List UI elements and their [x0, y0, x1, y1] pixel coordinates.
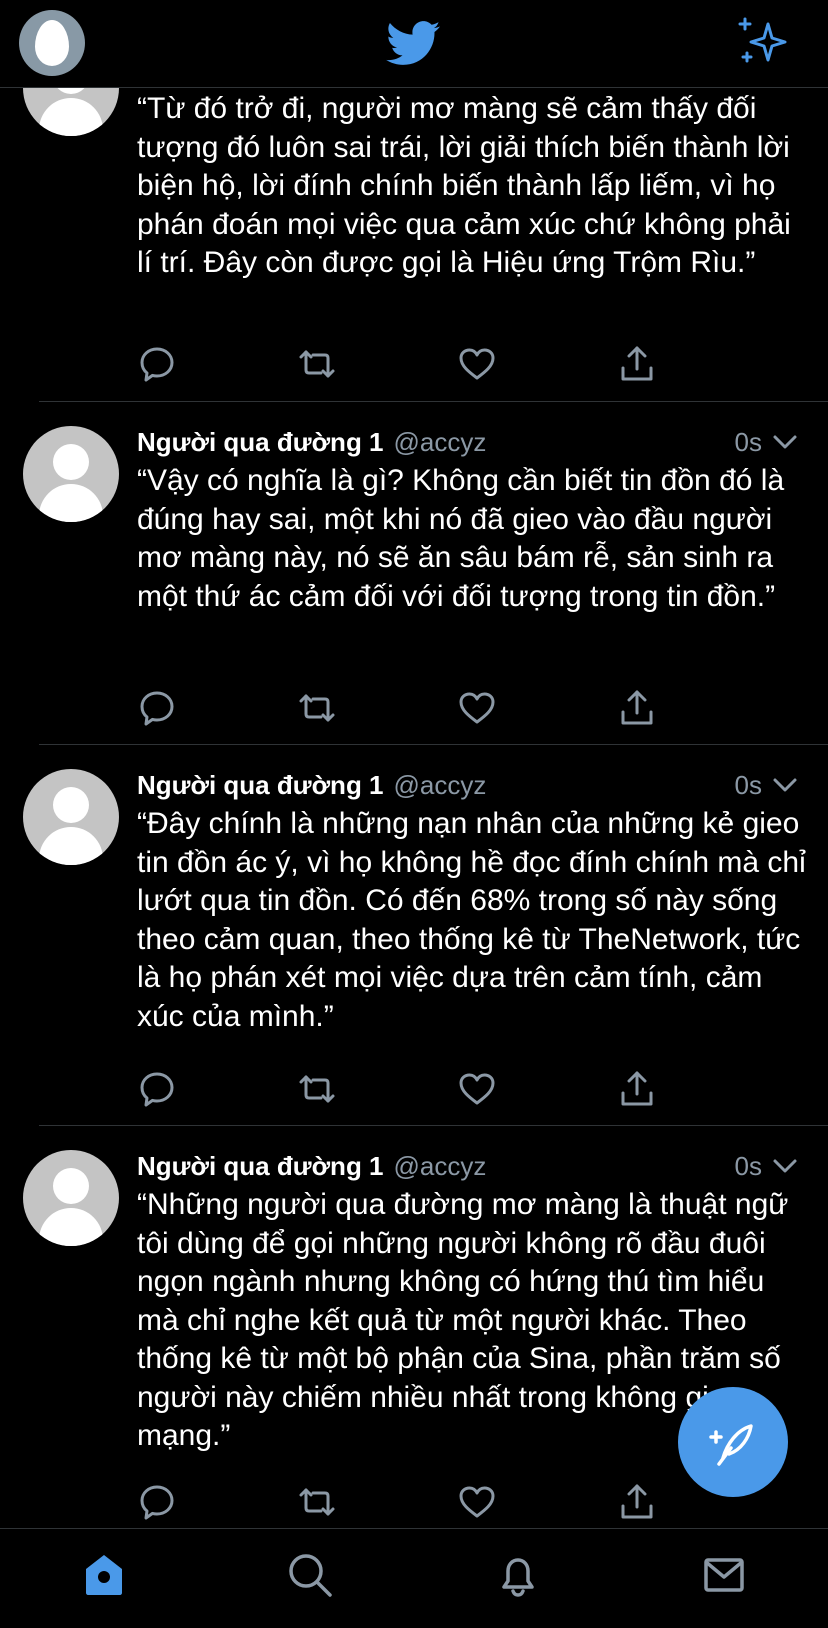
retweet-icon[interactable]	[297, 1069, 337, 1109]
retweet-icon[interactable]	[297, 1482, 337, 1522]
handle[interactable]: @accyz	[394, 1151, 487, 1182]
share-icon[interactable]	[617, 688, 657, 728]
handle[interactable]: @accyz	[394, 427, 487, 458]
search-icon[interactable]	[286, 1551, 334, 1599]
share-icon[interactable]	[617, 1482, 657, 1522]
avatar-head	[53, 787, 89, 823]
reply-icon[interactable]	[137, 688, 177, 728]
tweet-actions	[137, 344, 697, 386]
chevron-down-icon[interactable]	[772, 777, 798, 793]
like-icon[interactable]	[457, 1482, 497, 1522]
avatar-head	[53, 88, 89, 94]
timestamp: 0s	[734, 426, 762, 457]
tweet-text: “Đây chính là những nạn nhân của những k…	[137, 807, 806, 1033]
retweet-icon[interactable]	[297, 344, 337, 384]
retweet-icon[interactable]	[297, 688, 337, 728]
chevron-down-icon[interactable]	[772, 434, 798, 450]
avatar-body	[39, 827, 103, 865]
timestamp: 0s	[734, 769, 762, 800]
notifications-bell-icon[interactable]	[494, 1551, 542, 1599]
reply-icon[interactable]	[137, 1482, 177, 1522]
compose-feather-icon	[709, 1424, 753, 1466]
divider	[39, 1125, 828, 1126]
avatar[interactable]	[23, 1150, 119, 1246]
reply-icon[interactable]	[137, 1069, 177, 1109]
handle[interactable]: @accyz	[394, 770, 487, 801]
display-name[interactable]: Người qua đường 1	[137, 427, 384, 458]
messages-envelope-icon[interactable]	[700, 1551, 748, 1599]
twitter-bird-icon[interactable]	[383, 16, 445, 70]
profile-avatar[interactable]	[19, 10, 85, 76]
avatar[interactable]	[23, 769, 119, 865]
timestamp: 0s	[734, 1150, 762, 1181]
reply-icon[interactable]	[137, 344, 177, 384]
avatar-body	[39, 484, 103, 522]
chevron-down-icon[interactable]	[772, 1158, 798, 1174]
tweet-text: “Từ đó trở đi, người mơ màng sẽ cảm thấy…	[137, 92, 791, 279]
tweet-actions	[137, 1069, 697, 1111]
timeline-feed[interactable]: “Từ đó trở đi, người mơ màng sẽ cảm thấy…	[0, 88, 828, 1528]
display-name[interactable]: Người qua đường 1	[137, 1151, 384, 1182]
display-name[interactable]: Người qua đường 1	[137, 770, 384, 801]
like-icon[interactable]	[457, 1069, 497, 1109]
avatar-head	[53, 444, 89, 480]
compose-tweet-button[interactable]	[678, 1387, 788, 1497]
top-bar	[0, 0, 828, 88]
like-icon[interactable]	[457, 688, 497, 728]
tweet-header: Người qua đường 1 @accyz 0s	[137, 424, 798, 460]
divider	[39, 401, 828, 402]
divider	[39, 744, 828, 745]
tweet-text: “Vậy có nghĩa là gì? Không cần biết tin …	[137, 464, 785, 613]
tweet-actions	[137, 688, 697, 730]
home-icon[interactable]	[80, 1551, 128, 1599]
share-icon[interactable]	[617, 1069, 657, 1109]
avatar[interactable]	[23, 426, 119, 522]
sparkle-icon[interactable]	[738, 16, 794, 70]
like-icon[interactable]	[457, 344, 497, 384]
avatar-body	[39, 98, 103, 136]
tweet-header: Người qua đường 1 @accyz 0s	[137, 1148, 798, 1184]
bottom-tab-bar	[0, 1528, 828, 1628]
tweet-actions	[137, 1482, 697, 1524]
share-icon[interactable]	[617, 344, 657, 384]
tweet-header: Người qua đường 1 @accyz 0s	[137, 767, 798, 803]
avatar-body	[39, 1208, 103, 1246]
avatar[interactable]	[23, 88, 119, 136]
default-egg-avatar-icon	[35, 20, 69, 66]
avatar-head	[53, 1168, 89, 1204]
